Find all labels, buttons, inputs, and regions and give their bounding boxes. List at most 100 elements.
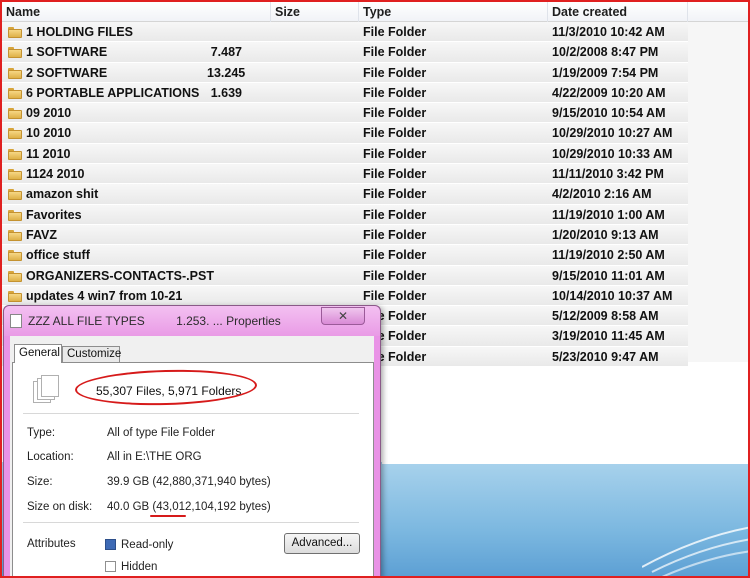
cell-type: File Folder <box>363 167 427 182</box>
column-header-row: Name Size Type Date created <box>2 2 748 22</box>
cell-name: FAVZ <box>26 227 58 242</box>
cell-type: File Folder <box>363 187 427 202</box>
cell-name: 2 SOFTWARE <box>26 65 108 80</box>
column-header-type[interactable]: Type <box>359 2 548 22</box>
table-row[interactable]: 1 HOLDING FILES File Folder 11/3/2010 10:4… <box>2 22 688 43</box>
table-row[interactable]: amazon shit File Folder 4/2/2010 2:16 AM <box>2 184 688 205</box>
location-value: All in E:\THE ORG <box>107 451 202 463</box>
cell-type: File Folder <box>363 106 427 121</box>
folder-icon <box>8 250 22 262</box>
hidden-checkbox[interactable] <box>105 561 116 572</box>
cell-date: 9/15/2010 10:54 AM <box>552 106 666 121</box>
cell-date: 9/15/2010 11:01 AM <box>552 268 665 283</box>
cell-date: 1/19/2009 7:54 PM <box>552 65 659 80</box>
folder-icon <box>8 209 22 221</box>
document-icon <box>10 314 22 328</box>
close-icon: ✕ <box>337 309 349 323</box>
cell-name: 6 PORTABLE APPLICATIONS <box>26 85 200 100</box>
cell-date: 10/29/2010 10:27 AM <box>552 126 673 141</box>
dialog-title: ZZZ ALL FILE TYPES 1.253. ... Properties <box>28 314 281 328</box>
cell-date: 4/22/2009 10:20 AM <box>552 85 666 100</box>
cell-size: 7.487 <box>210 45 242 60</box>
column-header-name[interactable]: Name <box>2 2 271 22</box>
advanced-button[interactable]: Advanced... <box>284 533 360 554</box>
table-row[interactable]: 11 2010 File Folder 10/29/2010 10:33 AM <box>2 143 688 165</box>
cell-name: office stuff <box>26 248 90 263</box>
folder-icon <box>8 27 22 38</box>
cell-date: 11/19/2010 2:50 AM <box>552 248 665 263</box>
table-row[interactable]: 6 PORTABLE APPLICATIONS 1.639 File Folder 4… <box>2 82 688 104</box>
hidden-label[interactable]: Hidden <box>121 561 157 573</box>
cell-type: File Folder <box>363 65 427 80</box>
table-row[interactable]: 10 2010 File Folder 10/29/2010 10:27 AM <box>2 123 688 144</box>
size-label: Size: <box>27 476 53 488</box>
cell-date: 10/29/2010 10:33 AM <box>552 146 673 161</box>
cell-date: 10/14/2010 10:37 AM <box>552 288 673 303</box>
cell-type: File Folder <box>363 227 427 242</box>
column-header-size[interactable]: Size <box>271 2 359 22</box>
cell-name: ORGANIZERS-CONTACTS-.PST <box>26 268 214 283</box>
list-blank-area <box>382 374 748 464</box>
cell-name: amazon shit <box>26 187 99 202</box>
folder-icon <box>8 189 22 201</box>
cell-date: 10/2/2008 8:47 PM <box>552 45 659 60</box>
folder-icon <box>8 270 22 282</box>
cell-name: 1124 2010 <box>26 167 85 182</box>
dialog-body: General Customize 55,307 Files, 5,971 Fo… <box>10 336 374 578</box>
table-row[interactable]: 1 SOFTWARE 7.487 File Folder 10/2/2008 8:47… <box>2 42 688 63</box>
read-only-label[interactable]: Read-only <box>121 539 173 551</box>
read-only-checkbox[interactable] <box>105 539 116 550</box>
table-row[interactable]: 09 2010 File Folder 9/15/2010 10:54 AM <box>2 103 688 124</box>
folder-icon <box>8 229 22 241</box>
divider <box>23 522 359 523</box>
folder-icon <box>8 47 22 59</box>
cell-name: 10 2010 <box>26 126 72 141</box>
cell-type: File Folder <box>363 85 427 100</box>
folder-icon <box>8 148 22 160</box>
table-row[interactable]: 1124 2010 File Folder 11/11/2010 3:42 PM <box>2 164 688 185</box>
cell-name: 11 2010 <box>26 146 71 161</box>
cell-date: 5/12/2009 8:58 AM <box>552 309 659 324</box>
folder-icon <box>8 290 22 302</box>
tab-general[interactable]: General <box>14 344 62 363</box>
folder-icon <box>8 128 22 140</box>
type-label: Type: <box>27 427 56 439</box>
size-on-disk-label: Size on disk: <box>27 501 93 513</box>
cell-size: 1.639 <box>210 85 242 100</box>
folder-icon <box>8 169 22 181</box>
table-row[interactable]: Favorites File Folder 11/19/2010 1:00 AM <box>2 204 688 225</box>
table-row[interactable]: updates 4 win7 from 10-21 File Folder 10/1… <box>2 285 688 307</box>
multiple-files-icon <box>33 375 59 405</box>
cell-date: 11/11/2010 3:42 PM <box>552 167 664 182</box>
folder-icon <box>8 67 22 79</box>
table-row[interactable]: office stuff File Folder 11/19/2010 2:50 A… <box>2 245 688 266</box>
type-value: All of type File Folder <box>107 427 216 439</box>
cell-type: File Folder <box>363 207 427 222</box>
dialog-titlebar[interactable]: ZZZ ALL FILE TYPES 1.253. ... Properties… <box>4 306 380 336</box>
annotation-ellipse <box>74 367 258 408</box>
cell-type: File Folder <box>363 146 427 161</box>
cell-date: 4/2/2010 2:16 AM <box>552 187 652 202</box>
cell-name: 1 SOFTWARE <box>26 45 108 60</box>
cell-type: File Folder <box>363 268 427 283</box>
column-header-date-created[interactable]: Date created <box>548 2 688 22</box>
tab-customize[interactable]: Customize <box>62 346 121 362</box>
general-tab-panel: 55,307 Files, 5,971 Folders Type: All of… <box>12 362 374 578</box>
wallpaper-swoosh <box>642 526 748 576</box>
cell-date: 3/19/2010 11:45 AM <box>552 329 665 344</box>
attributes-label: Attributes <box>27 538 76 550</box>
table-row[interactable]: FAVZ File Folder 1/20/2010 9:13 AM <box>2 224 688 246</box>
table-row[interactable]: ORGANIZERS-CONTACTS-.PST File Folder 9/15/… <box>2 265 688 286</box>
close-button[interactable]: ✕ <box>321 307 365 325</box>
folder-icon <box>8 87 22 99</box>
cell-date: 11/19/2010 1:00 AM <box>552 207 665 222</box>
table-row[interactable]: 2 SOFTWARE 13.245 File Folder 1/19/2009 7:5… <box>2 62 688 83</box>
dialog-title-folder: ZZZ ALL FILE TYPES <box>28 314 145 328</box>
cell-date: 1/20/2010 9:13 AM <box>552 227 659 242</box>
size-on-disk-value: 40.0 GB (43,012,104,192 bytes) <box>107 501 271 513</box>
annotation-underline <box>150 515 186 517</box>
list-empty-area <box>688 22 748 362</box>
cell-size: 13.245 <box>207 65 246 80</box>
cell-name: Favorites <box>26 207 82 222</box>
properties-dialog: ZZZ ALL FILE TYPES 1.253. ... Properties… <box>3 305 381 578</box>
